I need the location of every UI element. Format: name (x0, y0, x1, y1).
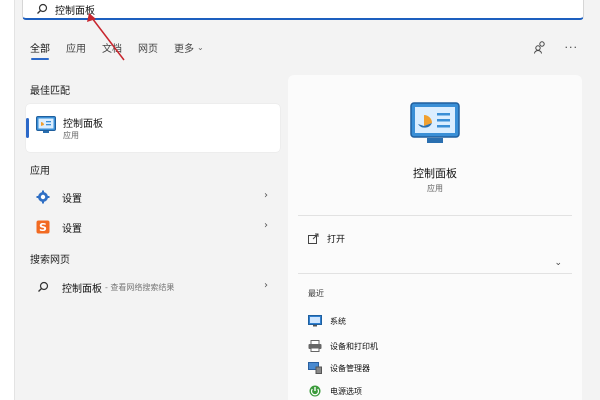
chevron-down-icon: ⌄ (197, 43, 204, 52)
toolbar-right: ··· (515, 40, 579, 54)
recent-item[interactable]: 电源选项 (308, 385, 362, 397)
selection-indicator (26, 118, 29, 138)
tab-apps[interactable]: 应用 (66, 40, 86, 59)
app-result-settings[interactable]: 设置 › (26, 185, 280, 209)
window-left-edge (0, 0, 15, 400)
chevron-down-icon[interactable]: ⌄ (554, 258, 562, 268)
printer-icon (308, 340, 322, 352)
divider (298, 215, 572, 216)
recent-item[interactable]: 设备和打印机 (308, 340, 378, 352)
account-switch-icon[interactable] (533, 40, 547, 54)
app-result-label: 设置 (62, 193, 82, 205)
details-panel: 控制面板 应用 打开 ⌄ 最近 系统 设备和打印机 设备管理器 电源选项 (288, 75, 582, 400)
filter-tabs: 全部 应用 文档 网页 更多 ⌄ (30, 40, 220, 60)
open-external-icon (308, 233, 319, 244)
chevron-right-icon[interactable]: › (264, 190, 268, 201)
search-icon (36, 280, 50, 294)
web-result-label: 控制面板 (62, 283, 102, 295)
device-manager-icon (308, 362, 322, 374)
tab-more-label: 更多 (174, 44, 194, 55)
svg-text:S: S (39, 221, 47, 234)
recent-item[interactable]: 系统 (308, 315, 346, 327)
search-icon (35, 2, 49, 16)
tab-web[interactable]: 网页 (138, 40, 158, 59)
best-match-subtitle: 应用 (63, 131, 79, 140)
gear-icon (36, 190, 50, 204)
divider (298, 273, 572, 274)
search-box[interactable] (22, 0, 584, 20)
tab-more[interactable]: 更多 ⌄ (174, 40, 204, 59)
apps-heading: 应用 (30, 166, 50, 177)
best-match-heading: 最佳匹配 (30, 86, 70, 97)
tab-all[interactable]: 全部 (30, 40, 50, 60)
power-options-icon (308, 385, 322, 397)
more-options-icon[interactable]: ··· (565, 41, 579, 54)
recent-heading: 最近 (308, 289, 324, 298)
details-subtitle: 应用 (427, 184, 443, 193)
control-panel-icon (410, 102, 460, 150)
sogou-s-icon: S (36, 220, 50, 234)
app-result-label: 设置 (62, 223, 82, 235)
chevron-right-icon[interactable]: › (264, 220, 268, 231)
app-result-settings-sogou[interactable]: S 设置 › (26, 215, 280, 239)
recent-item-label: 电源选项 (330, 386, 362, 396)
recent-item[interactable]: 设备管理器 (308, 362, 370, 374)
open-action[interactable]: 打开 (308, 232, 345, 245)
open-label: 打开 (327, 235, 346, 245)
tab-documents[interactable]: 文档 (102, 40, 122, 59)
control-panel-icon (36, 116, 56, 138)
chevron-right-icon[interactable]: › (264, 280, 268, 291)
recent-item-label: 设备和打印机 (330, 341, 378, 351)
web-search-heading: 搜索网页 (30, 255, 70, 266)
best-match-result[interactable]: 控制面板 应用 (26, 104, 280, 152)
system-icon (308, 315, 322, 327)
web-result-suffix: - 查看网络搜索结果 (105, 282, 175, 292)
best-match-title: 控制面板 (63, 119, 103, 130)
recent-item-label: 系统 (330, 316, 346, 326)
recent-item-label: 设备管理器 (330, 363, 370, 373)
web-search-result[interactable]: 控制面板 - 查看网络搜索结果 › (26, 275, 280, 299)
details-title: 控制面板 (413, 167, 457, 180)
search-input[interactable] (55, 3, 355, 15)
